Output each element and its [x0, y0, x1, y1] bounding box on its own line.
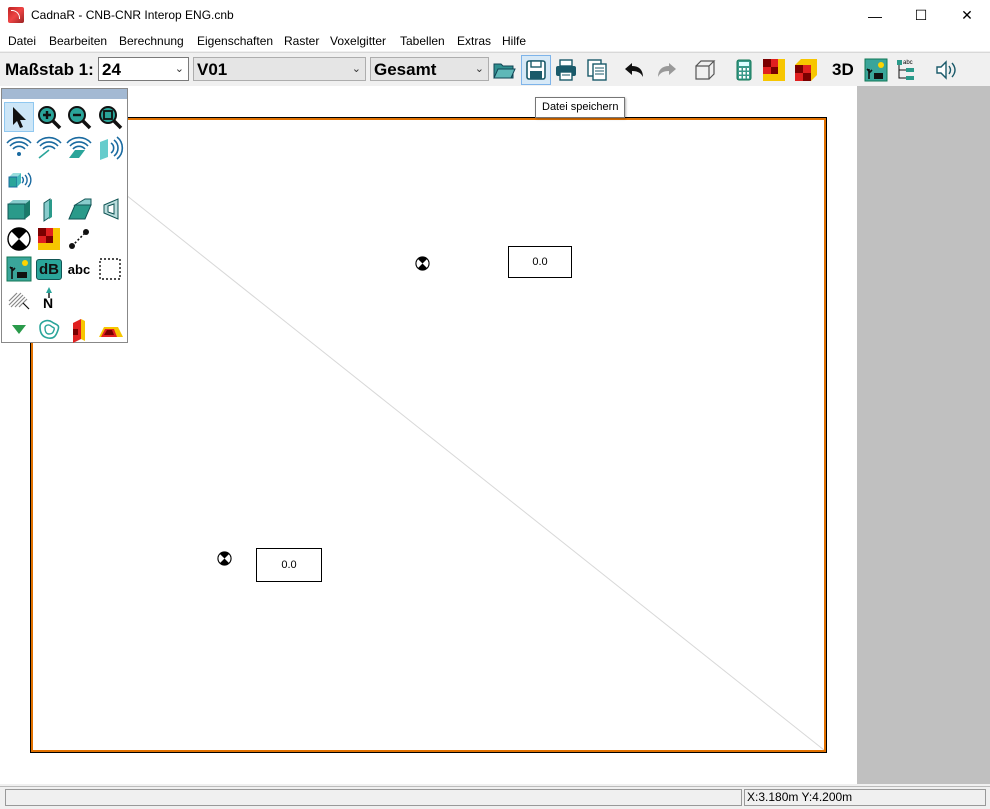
- maximize-button[interactable]: ☐: [898, 0, 944, 31]
- menu-raster[interactable]: Raster: [284, 34, 319, 48]
- select-arrow-icon[interactable]: [4, 102, 34, 132]
- variant-value: V01: [197, 60, 228, 79]
- room-boundary[interactable]: [30, 117, 827, 753]
- close-button[interactable]: ✕: [944, 0, 990, 31]
- receiver-result-box[interactable]: 0.0: [508, 246, 572, 278]
- calculator-icon[interactable]: [731, 57, 757, 83]
- 3d-view-button[interactable]: 3D: [832, 60, 854, 80]
- title-bar: CadnaR - CNB-CNR Interop ENG.cnb — ☐ ✕: [0, 0, 990, 31]
- scale-value: 24: [102, 60, 121, 79]
- minimize-button[interactable]: —: [852, 0, 898, 31]
- section-icon[interactable]: [65, 315, 93, 343]
- toolbar: Maßstab 1: 24 ⌄ V01 ⌄ Gesamt ⌄ 3D abc: [0, 52, 990, 86]
- canvas-margin: [857, 86, 990, 784]
- north-arrow-icon[interactable]: N: [35, 285, 63, 313]
- north-label: N: [43, 295, 54, 311]
- menu-datei[interactable]: Datei: [8, 34, 36, 48]
- palette-title-bar[interactable]: [2, 89, 127, 99]
- receiver-icon[interactable]: [5, 225, 33, 253]
- chevron-down-icon: ⌄: [351, 63, 361, 75]
- text-label-tool[interactable]: abc: [65, 255, 93, 283]
- scale-combo[interactable]: 24 ⌄: [98, 57, 189, 81]
- facade-icon[interactable]: [96, 315, 124, 343]
- save-icon[interactable]: [523, 57, 549, 83]
- chevron-down-icon: ⌄: [474, 63, 484, 75]
- menu-berechnung[interactable]: Berechnung: [119, 34, 184, 48]
- db-icon[interactable]: dB: [35, 255, 63, 283]
- receiver-result-box[interactable]: 0.0: [256, 548, 322, 582]
- level-combo[interactable]: Gesamt ⌄: [370, 57, 489, 81]
- status-bar: X:3.180m Y:4.200m: [0, 786, 990, 809]
- tree-view-icon[interactable]: abc: [895, 57, 921, 83]
- menu-eigenschaften[interactable]: Eigenschaften: [197, 34, 273, 48]
- box-source-icon[interactable]: [5, 165, 33, 193]
- grid-map-icon[interactable]: [761, 57, 787, 83]
- copy-page-icon[interactable]: [584, 57, 610, 83]
- triangle-icon[interactable]: [5, 315, 33, 343]
- area-source-icon[interactable]: [65, 134, 93, 162]
- receiver-icon[interactable]: [217, 551, 232, 566]
- barrier-icon[interactable]: [96, 195, 124, 223]
- open-folder-icon[interactable]: [491, 57, 517, 83]
- menu-hilfe[interactable]: Hilfe: [502, 34, 526, 48]
- redo-icon[interactable]: [653, 57, 679, 83]
- save-tooltip: Datei speichern: [535, 97, 626, 118]
- wall-source-icon[interactable]: [96, 134, 124, 162]
- chevron-down-icon: ⌄: [174, 63, 184, 75]
- undo-icon[interactable]: [622, 57, 648, 83]
- scale-label: Maßstab 1:: [5, 60, 94, 79]
- cursor-coordinates: X:3.180m Y:4.200m: [744, 789, 986, 806]
- grid-map-3d-icon[interactable]: [793, 57, 819, 83]
- selection-rect-icon[interactable]: [96, 255, 124, 283]
- menu-tabellen[interactable]: Tabellen: [400, 34, 445, 48]
- landscape-icon[interactable]: [5, 255, 33, 283]
- menu-bearbeiten[interactable]: Bearbeiten: [49, 34, 107, 48]
- menu-bar: Datei Bearbeiten Berechnung Eigenschafte…: [0, 31, 990, 51]
- speaker-icon[interactable]: [933, 57, 959, 83]
- print-icon[interactable]: [553, 57, 579, 83]
- status-message: [5, 789, 742, 806]
- zoom-out-icon[interactable]: [65, 103, 93, 131]
- inclined-wall-icon[interactable]: [65, 195, 93, 223]
- menu-voxelgitter[interactable]: Voxelgitter: [330, 34, 386, 48]
- menu-extras[interactable]: Extras: [457, 34, 491, 48]
- zoom-in-icon[interactable]: [35, 103, 63, 131]
- db-label: dB: [36, 258, 62, 280]
- contour-icon[interactable]: [35, 315, 63, 343]
- line-source-icon[interactable]: [35, 134, 63, 162]
- landscape-icon[interactable]: [863, 57, 889, 83]
- wall-icon[interactable]: [35, 195, 63, 223]
- grid-icon[interactable]: [35, 225, 63, 253]
- cadnar-app-icon: [8, 7, 24, 23]
- receiver-icon[interactable]: [415, 256, 430, 271]
- wireframe-cube-icon[interactable]: [692, 57, 718, 83]
- tool-palette: dB abc N: [1, 88, 128, 343]
- window-title: CadnaR - CNB-CNR Interop ENG.cnb: [31, 8, 234, 22]
- zoom-fit-icon[interactable]: [96, 103, 124, 131]
- dimension-icon[interactable]: [65, 225, 93, 253]
- hatch-icon[interactable]: [5, 285, 33, 313]
- variant-combo[interactable]: V01 ⌄: [193, 57, 366, 81]
- point-source-icon[interactable]: [5, 134, 33, 162]
- level-value: Gesamt: [374, 60, 437, 79]
- svg-text:abc: abc: [903, 60, 913, 66]
- building-icon[interactable]: [5, 195, 33, 223]
